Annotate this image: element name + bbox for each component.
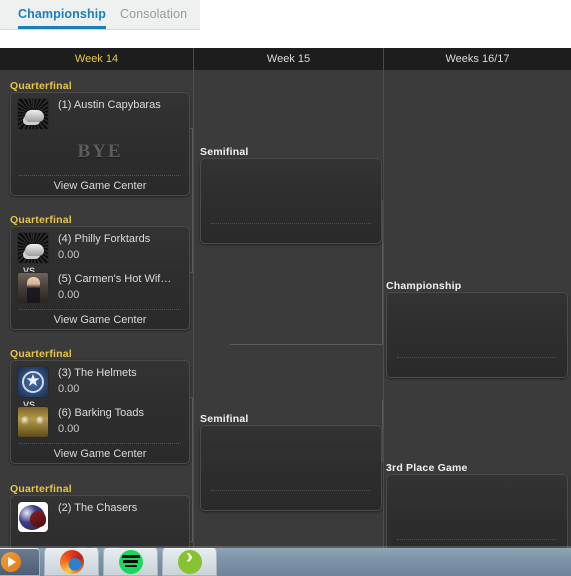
- round-label-quarterfinal-3: Quarterfinal: [10, 348, 72, 360]
- card-divider: [19, 309, 181, 310]
- app-root: Championship Consolation Week 14 Week 15…: [0, 0, 571, 576]
- team-row: (6) Barking Toads 0.00: [11, 403, 189, 445]
- card-divider: [19, 175, 181, 176]
- connector-final-vert: [382, 200, 383, 345]
- football-helmet-icon: [17, 232, 49, 264]
- card-divider: [397, 539, 557, 540]
- team-score: 0.00: [58, 289, 80, 301]
- team-meta: (4) Philly Forktards 0.00: [58, 232, 150, 263]
- team-meta: (3) The Helmets 0.00: [58, 366, 137, 397]
- team-row: (2) The Chasers: [11, 496, 189, 538]
- round-label-quarterfinal-1: Quarterfinal: [10, 80, 72, 92]
- round-label-quarterfinal-2: Quarterfinal: [10, 214, 72, 226]
- bye-label: BYE: [77, 141, 123, 162]
- match-card-sf1[interactable]: [200, 158, 382, 244]
- taskbar-button-media-player[interactable]: [0, 548, 40, 576]
- spotify-icon: [118, 550, 143, 574]
- connector-sf1-vert: [192, 128, 193, 273]
- team-row: (4) Philly Forktards 0.00: [11, 227, 189, 269]
- match-card-qf2[interactable]: (4) Philly Forktards 0.00 VS. (5) Carmen…: [10, 226, 190, 330]
- match-card-sf2[interactable]: [200, 425, 382, 511]
- team-row: (3) The Helmets 0.00: [11, 361, 189, 403]
- green-play-icon: [177, 545, 202, 574]
- round-label-third-place-game: 3rd Place Game: [386, 462, 468, 474]
- column-divider-2: [383, 70, 384, 548]
- firefox-icon: [59, 550, 84, 574]
- connector-third-vert: [382, 400, 383, 462]
- match-card-qf1[interactable]: (1) Austin Capybaras BYE View Game Cente…: [10, 92, 190, 196]
- week-header-week-14: Week 14: [0, 48, 194, 70]
- team-score: 0.00: [58, 249, 80, 261]
- round-label-championship: Championship: [386, 280, 462, 292]
- week-header-row: Week 14 Week 15 Weeks 16/17: [0, 48, 571, 70]
- match-card-qf3[interactable]: (3) The Helmets 0.00 VS. (6) Barking Toa…: [10, 360, 190, 464]
- connector-sf2-vert: [192, 397, 193, 542]
- team-row: (5) Carmen's Hot Wife -... 0.00: [11, 269, 189, 311]
- round-label-semifinal-1: Semifinal: [200, 146, 249, 158]
- tab-championship[interactable]: Championship: [18, 7, 107, 29]
- football-helmet-icon: [17, 98, 49, 130]
- week-header-week-15: Week 15: [194, 48, 384, 70]
- team-row: (1) Austin Capybaras: [11, 93, 189, 135]
- tab-bar: Championship Consolation: [0, 0, 200, 30]
- card-divider: [397, 357, 557, 358]
- team-meta: (6) Barking Toads 0.00: [58, 406, 144, 437]
- match-card-third-place[interactable]: [386, 474, 568, 548]
- team-score: 0.00: [58, 383, 80, 395]
- chaser-crest-icon: [17, 501, 49, 533]
- card-divider: [211, 223, 371, 224]
- tab-bar-filler: [200, 0, 571, 30]
- team-meta: (5) Carmen's Hot Wife -... 0.00: [58, 272, 176, 303]
- taskbar-button-firefox[interactable]: [44, 548, 99, 576]
- toad-icon: [17, 406, 49, 438]
- team-score: 0.00: [58, 423, 80, 435]
- round-label-quarterfinal-4: Quarterfinal: [10, 483, 72, 495]
- taskbar-empty-area: [221, 548, 571, 576]
- view-game-center-link-qf3[interactable]: View Game Center: [11, 448, 189, 460]
- view-game-center-link-qf2[interactable]: View Game Center: [11, 314, 189, 326]
- team-meta: (1) Austin Capybaras: [58, 98, 161, 113]
- team-name: (6) Barking Toads: [58, 407, 145, 419]
- woman-portrait-icon: [17, 272, 49, 304]
- column-divider-1: [193, 70, 194, 548]
- star-badge-icon: [17, 366, 49, 398]
- taskbar-button-spotify[interactable]: [103, 548, 158, 576]
- team-name: (1) Austin Capybaras: [58, 99, 161, 111]
- tab-consolation[interactable]: Consolation: [120, 7, 187, 29]
- bracket-canvas: Quarterfinal (1) Austin Capybaras BYE Vi…: [0, 70, 571, 548]
- match-card-qf4[interactable]: (2) The Chasers BYE View Game Center: [10, 495, 190, 548]
- team-meta: (2) The Chasers: [58, 501, 137, 516]
- match-card-championship[interactable]: [386, 292, 568, 378]
- round-label-semifinal-2: Semifinal: [200, 413, 249, 425]
- week-header-weeks-16-17: Weeks 16/17: [445, 53, 510, 65]
- media-player-icon: [1, 552, 21, 572]
- team-name: (2) The Chasers: [58, 502, 138, 514]
- card-divider: [211, 490, 371, 491]
- view-game-center-link-qf1[interactable]: View Game Center: [11, 180, 189, 192]
- content-gap-strip: [0, 30, 571, 48]
- taskbar-button-green-play[interactable]: [162, 545, 217, 576]
- connector-sf2-out: [230, 344, 382, 345]
- team-name: (3) The Helmets: [58, 367, 137, 379]
- team-name: (5) Carmen's Hot Wife -...: [58, 273, 176, 285]
- team-name: (4) Philly Forktards: [58, 233, 151, 245]
- card-divider: [19, 443, 181, 444]
- taskbar: [0, 545, 571, 576]
